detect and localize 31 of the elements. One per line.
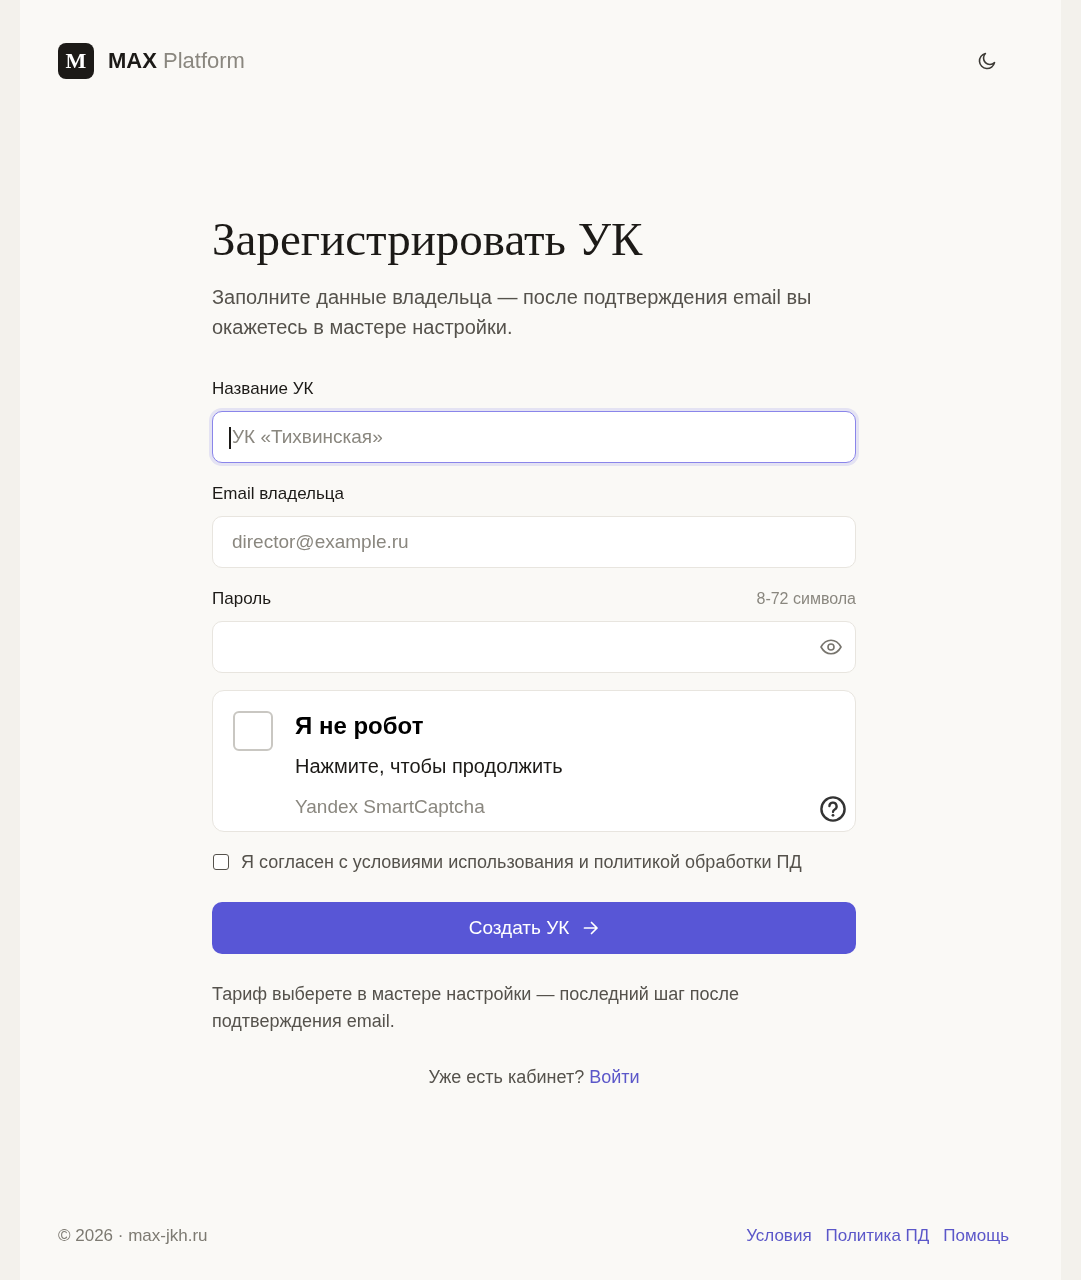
moon-icon[interactable]	[977, 51, 997, 71]
field-label: Email владельца	[212, 483, 345, 505]
email-field[interactable]: director@example.ru	[212, 516, 856, 568]
page-title: Зарегистрировать УК	[212, 212, 643, 266]
create-button[interactable]: Создать УК	[212, 902, 856, 954]
password-field[interactable]	[212, 621, 856, 673]
text-field[interactable]: УК «Тихвинская»	[212, 411, 856, 463]
eye-icon[interactable]	[820, 639, 842, 655]
field-label: Пароль	[212, 588, 271, 610]
captcha-provider: Yandex SmartCaptcha	[295, 795, 485, 819]
footer-link[interactable]: Помощь	[943, 1225, 1009, 1247]
captcha-subtitle: Нажмите, чтобы продолжить	[295, 754, 563, 779]
agreement-label: Я согласен с условиями использования и политикой обработки ПД	[241, 851, 802, 874]
agreement-checkbox[interactable]	[213, 854, 229, 870]
help-icon[interactable]	[820, 796, 846, 822]
field-hint: 8-72 символа	[756, 589, 856, 609]
footer-link[interactable]: Условия	[746, 1225, 812, 1247]
tariff-note: Тариф выберете в мастере настройки — последний шаг после подтверждения email.	[212, 983, 741, 1033]
login-link[interactable]: Войти	[589, 1065, 640, 1089]
brand-name: MAX Platform	[108, 47, 245, 75]
page-subtitle: Заполните данные владельца — после подтверждения email вы окажетесь в мастере настройки.	[212, 285, 813, 340]
captcha-checkbox[interactable]	[233, 711, 273, 751]
footer-link[interactable]: Политика ПД	[825, 1225, 930, 1247]
field-label: Название УК	[212, 378, 314, 400]
captcha-widget[interactable]: Я не робот Нажмите, чтобы продолжить Yandex SmartCaptcha	[212, 690, 856, 832]
text-cursor-icon	[229, 427, 231, 449]
arrow-right-icon	[583, 920, 600, 936]
captcha-title: Я не робот	[295, 711, 424, 741]
login-prompt: Уже есть кабинет?	[428, 1066, 585, 1089]
copyright-text: © 2026 · max-jkh.ru	[58, 1225, 208, 1247]
logo-mark: M	[58, 43, 94, 79]
